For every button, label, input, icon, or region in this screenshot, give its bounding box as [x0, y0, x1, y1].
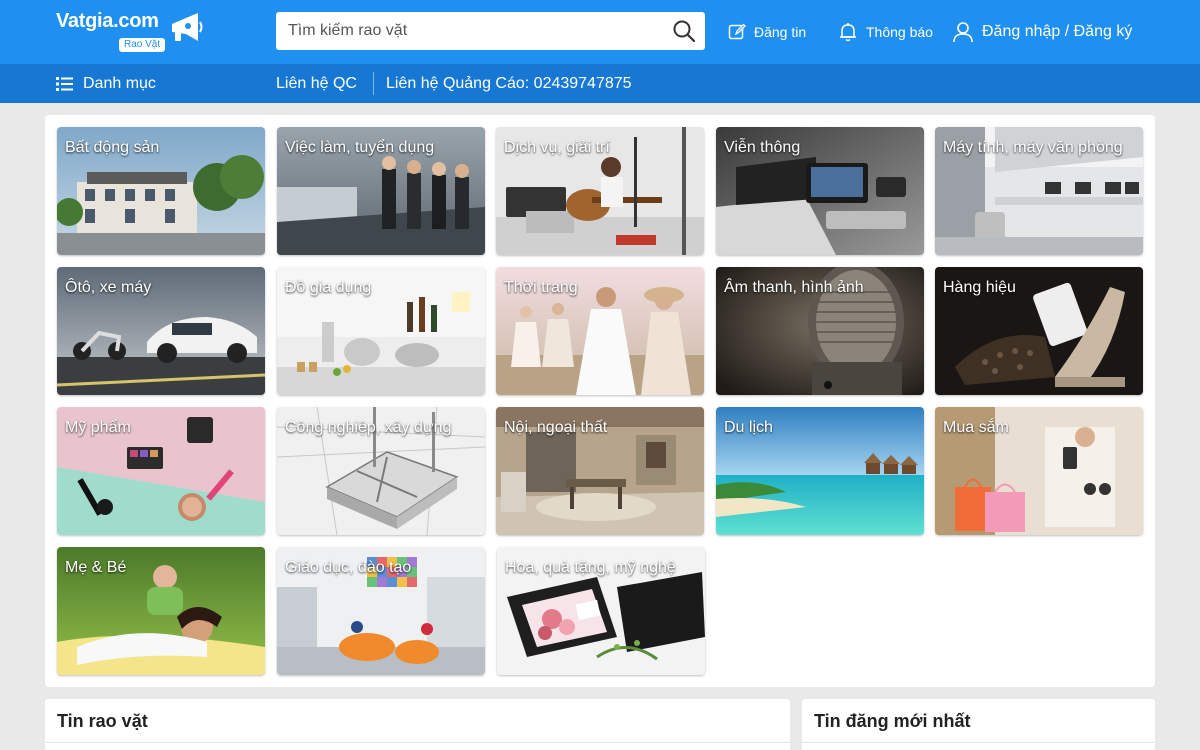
category-label: Viễn thông [724, 139, 801, 156]
login-register-link[interactable]: Đăng nhập / Đăng ký [952, 18, 1132, 46]
category-tile-audio-video[interactable]: Âm thanh, hình ảnh [716, 267, 924, 395]
list-icon [56, 76, 73, 91]
divider [373, 72, 374, 95]
category-tile-real-estate[interactable]: Bất động sản [57, 127, 265, 255]
search-box [276, 12, 705, 50]
search-input[interactable] [276, 12, 656, 50]
category-menu-button[interactable]: Danh mục [56, 64, 156, 103]
category-label: Mua sắm [943, 419, 1009, 436]
edit-icon [728, 23, 746, 40]
notifications-label: Thông báo [866, 24, 933, 40]
category-tile-vehicles[interactable]: Ôtô, xe máy [57, 267, 265, 395]
login-register-label: Đăng nhập / Đăng ký [982, 23, 1133, 40]
contact-ads-link[interactable]: Liên hệ QC [276, 64, 357, 103]
category-label: Nội, ngoại thất [504, 419, 608, 436]
category-label: Du lịch [724, 419, 773, 436]
category-tile-cosmetics[interactable]: Mỹ phẩm [57, 407, 265, 535]
megaphone-icon [172, 13, 203, 41]
notifications-link[interactable]: Thông báo [838, 18, 933, 46]
category-tile-computers[interactable]: Máy tính, máy văn phòng [935, 127, 1143, 255]
ads-phone-link[interactable]: Liên hệ Quảng Cáo: 02439747875 [386, 64, 632, 103]
category-tile-shopping[interactable]: Mua sắm [935, 407, 1143, 535]
divider [45, 742, 790, 743]
sub-navigation: Danh mục Liên hệ QC Liên hệ Quảng Cáo: 0… [0, 64, 1200, 103]
category-menu-label: Danh mục [83, 74, 156, 92]
user-icon [953, 22, 973, 43]
category-label: Máy tính, máy văn phòng [943, 139, 1123, 156]
post-ad-link[interactable]: Đăng tin [728, 18, 806, 46]
divider [802, 742, 1155, 743]
category-tile-interior[interactable]: Nội, ngoại thất [496, 407, 704, 535]
category-label: Hoa, quà tặng, mỹ nghệ [505, 559, 676, 576]
category-panel: Bất động sản Việc làm, tuyển dụng Dịch v… [45, 115, 1155, 687]
category-tile-travel[interactable]: Du lịch [716, 407, 924, 535]
category-label: Hàng hiệu [943, 279, 1016, 296]
category-label: Mẹ & Bé [65, 559, 127, 576]
category-tile-education[interactable]: Giáo dục, đào tạo [277, 547, 485, 675]
category-tile-telecom[interactable]: Viễn thông [716, 127, 924, 255]
classifieds-section: Tin rao vặt [45, 699, 790, 750]
category-label: Mỹ phẩm [65, 419, 131, 436]
category-label: Bất động sản [65, 139, 160, 156]
category-label: Âm thanh, hình ảnh [724, 279, 864, 296]
category-label: Thời trang [504, 279, 578, 296]
category-tile-jobs[interactable]: Việc làm, tuyển dụng [277, 127, 485, 255]
search-icon[interactable] [671, 18, 697, 44]
logo-subtitle: Rao Vặt [119, 38, 166, 52]
category-label: Việc làm, tuyển dụng [285, 139, 435, 156]
logo-text: Vatgia.com [56, 10, 159, 32]
top-header: Vatgia.com Rao Vặt Đăng tin Thông báo [0, 0, 1200, 64]
category-tile-gifts[interactable]: Hoa, quà tặng, mỹ nghệ [497, 547, 705, 675]
bell-icon [840, 23, 856, 42]
site-logo[interactable]: Vatgia.com Rao Vặt [56, 8, 206, 52]
category-tile-luxury[interactable]: Hàng hiệu [935, 267, 1143, 395]
category-label: Giáo dục, đào tạo [285, 559, 412, 576]
category-tile-fashion[interactable]: Thời trang [496, 267, 704, 395]
category-label: Dịch vụ, giải trí [504, 139, 610, 156]
category-label: Ôtô, xe máy [65, 279, 152, 296]
section-title: Tin rao vặt [57, 711, 148, 731]
category-label: Công nghiệp, xây dựng [285, 419, 452, 436]
post-ad-label: Đăng tin [754, 24, 807, 40]
category-tile-household[interactable]: Đồ gia dụng [277, 267, 485, 395]
section-title: Tin đăng mới nhất [814, 711, 971, 731]
category-tile-construction[interactable]: Công nghiệp, xây dựng [277, 407, 485, 535]
latest-posts-section: Tin đăng mới nhất [802, 699, 1155, 750]
category-label: Đồ gia dụng [285, 279, 372, 296]
category-tile-mother-baby[interactable]: Mẹ & Bé [57, 547, 265, 675]
category-tile-entertainment[interactable]: Dịch vụ, giải trí [496, 127, 704, 255]
